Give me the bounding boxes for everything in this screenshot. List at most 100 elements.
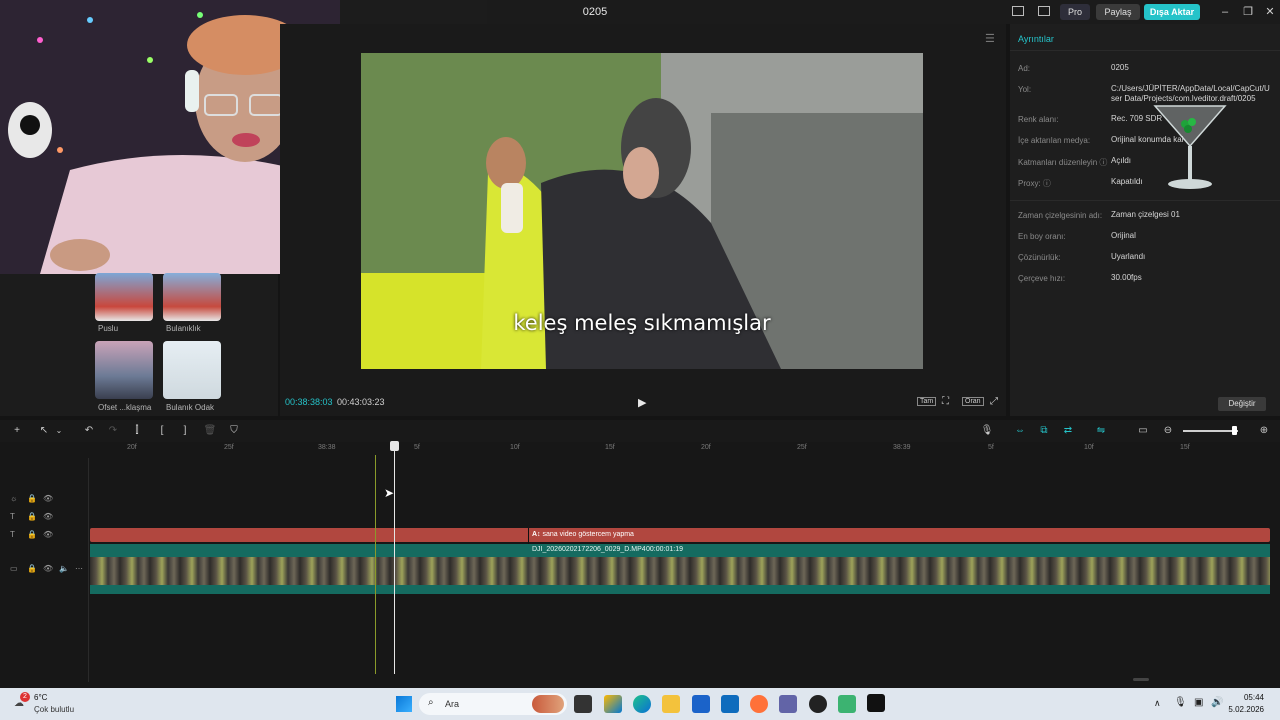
effect-label: Puslu (98, 324, 119, 333)
ruler-tick: 10f (510, 444, 520, 451)
split-icon[interactable]: ⫿ (130, 424, 144, 438)
eye-icon[interactable]: 👁 (43, 564, 53, 573)
ratio-button[interactable]: Oran (962, 397, 984, 406)
notes-icon[interactable] (838, 695, 856, 713)
ruler-tick: 5f (414, 444, 420, 451)
detail-label: Çözünürlük: (1018, 253, 1061, 262)
windows-start-icon[interactable] (396, 696, 412, 712)
obs-icon[interactable] (809, 695, 827, 713)
text-clip-label: A↕ sana video göstercem yapma (532, 531, 634, 538)
chevron-down-icon[interactable]: ⌄ (52, 424, 66, 438)
microphone-icon[interactable]: 🎙 (980, 424, 994, 438)
weather-desc: Çok bulutlu (34, 705, 75, 714)
edge-icon[interactable] (633, 695, 651, 713)
fullsize-button[interactable]: Tam (917, 397, 937, 406)
play-icon[interactable]: ▶ (638, 396, 646, 409)
app-title: 0205 (582, 6, 608, 18)
zoom-slider[interactable] (1183, 430, 1238, 432)
time-ruler[interactable] (89, 442, 1280, 456)
detail-label: Çerçeve hızı: (1018, 274, 1066, 283)
effect-thumb-puslu[interactable] (95, 273, 153, 321)
chevron-up-icon[interactable]: ∧ (1154, 698, 1161, 709)
divider (1010, 200, 1280, 201)
microphone-tray-icon[interactable]: 🎙 (1174, 697, 1187, 708)
video-clip-audio[interactable] (90, 585, 1270, 594)
pro-button[interactable]: Pro (1060, 4, 1090, 20)
zoom-out-icon[interactable]: ⊖ (1161, 424, 1175, 438)
select-tool-icon[interactable]: ↖ (37, 424, 51, 438)
teams-icon[interactable] (779, 695, 797, 713)
lock-icon[interactable]: 🔒 (27, 512, 37, 521)
split-left-icon[interactable]: [ (155, 424, 169, 438)
add-icon[interactable]: + (10, 424, 24, 438)
effect-label: Ofset ...klaşma (98, 403, 152, 412)
more-icon[interactable]: ⋯ (75, 564, 83, 573)
magnet-icon[interactable]: ⧉ (1037, 424, 1051, 438)
delete-icon[interactable]: 🗑 (203, 424, 217, 438)
network-icon[interactable]: ▣ (1194, 697, 1203, 708)
horizontal-scrollbar[interactable] (1133, 678, 1149, 681)
menu-icon[interactable]: ☰ (985, 32, 995, 45)
export-button[interactable]: Dışa Aktar (1144, 4, 1200, 20)
current-time: 00:38:38:03 (285, 397, 333, 407)
clock-time[interactable]: 05:44 (1234, 693, 1264, 702)
effect-thumb-ofset[interactable] (95, 341, 153, 399)
capcut-icon[interactable] (867, 694, 885, 712)
share-button[interactable]: Paylaş (1096, 4, 1140, 20)
effect-label: Bulanık Odak (166, 403, 215, 412)
eye-icon[interactable]: 👁 (43, 530, 53, 539)
lock-icon[interactable]: 🔒 (27, 494, 37, 503)
detail-label: En boy oranı: (1018, 232, 1066, 241)
text-clip[interactable] (90, 528, 1270, 542)
zoom-in-icon[interactable]: ⊕ (1257, 424, 1271, 438)
lock-icon[interactable]: 🔒 (27, 564, 37, 573)
ruler-tick: 38:38 (318, 444, 336, 451)
change-button[interactable]: Değiştir (1218, 397, 1266, 411)
effect-thumb-bulaniklik[interactable] (163, 273, 221, 321)
caption-icon[interactable]: ▭ (1136, 424, 1150, 438)
detail-value: Orijinal (1111, 231, 1136, 240)
eye-icon[interactable]: 👁 (43, 494, 53, 503)
detail-value: Uyarlandı (1111, 252, 1146, 261)
clock-date[interactable]: 5.02.2026 (1220, 705, 1264, 714)
copilot-icon[interactable] (604, 695, 622, 713)
ruler-tick: 20f (127, 444, 137, 451)
maximize-icon[interactable]: ❐ (1240, 4, 1256, 20)
timeline-toolbar (0, 420, 1280, 442)
task-view-icon[interactable] (574, 695, 592, 713)
undo-icon[interactable]: ↶ (82, 424, 96, 438)
effect-thumb-bulanik-odak[interactable] (163, 341, 221, 399)
link-icon[interactable]: ⇄ (1061, 424, 1075, 438)
playhead[interactable] (394, 442, 395, 674)
file-explorer-icon[interactable] (662, 695, 680, 713)
effect-label: Bulanıklık (166, 324, 201, 333)
outlook-icon[interactable] (721, 695, 739, 713)
shield-icon[interactable]: ⛉ (227, 424, 241, 438)
split-right-icon[interactable]: ] (178, 424, 192, 438)
video-preview[interactable]: keleş meleş sıkmamışlar (361, 53, 923, 369)
close-icon[interactable]: ✕ (1262, 4, 1278, 20)
audio-icon[interactable]: 🔈 (59, 564, 69, 573)
weather-icon[interactable]: ☁ (14, 698, 24, 709)
firefox-icon[interactable] (750, 695, 768, 713)
detail-value: Zaman çizelgesi 01 (1111, 210, 1180, 219)
search-placeholder: Ara (445, 699, 460, 709)
link-main-track-icon[interactable]: ⇔ (1013, 424, 1027, 438)
divider (88, 458, 89, 682)
minimize-icon[interactable]: – (1217, 4, 1233, 20)
lock-icon[interactable]: 🔒 (27, 530, 37, 539)
shortcut-icon[interactable] (1038, 6, 1050, 16)
ruler-tick: 25f (224, 444, 234, 451)
video-clip-thumbnails[interactable] (90, 557, 1270, 585)
layout-icon[interactable] (1012, 6, 1024, 16)
playhead-handle[interactable] (390, 441, 399, 451)
effect-track-icon: ☼ (10, 494, 18, 503)
zoom-slider-handle[interactable] (1232, 426, 1237, 435)
text-track-icon: T (10, 530, 15, 539)
store-icon[interactable] (692, 695, 710, 713)
crop-icon[interactable]: ⛶ (942, 396, 949, 407)
preview-axis-icon[interactable]: ⇋ (1094, 424, 1108, 438)
redo-icon[interactable]: ↷ (106, 424, 120, 438)
eye-icon[interactable]: 👁 (43, 512, 53, 521)
fullscreen-icon[interactable]: ⤢ (990, 396, 998, 407)
